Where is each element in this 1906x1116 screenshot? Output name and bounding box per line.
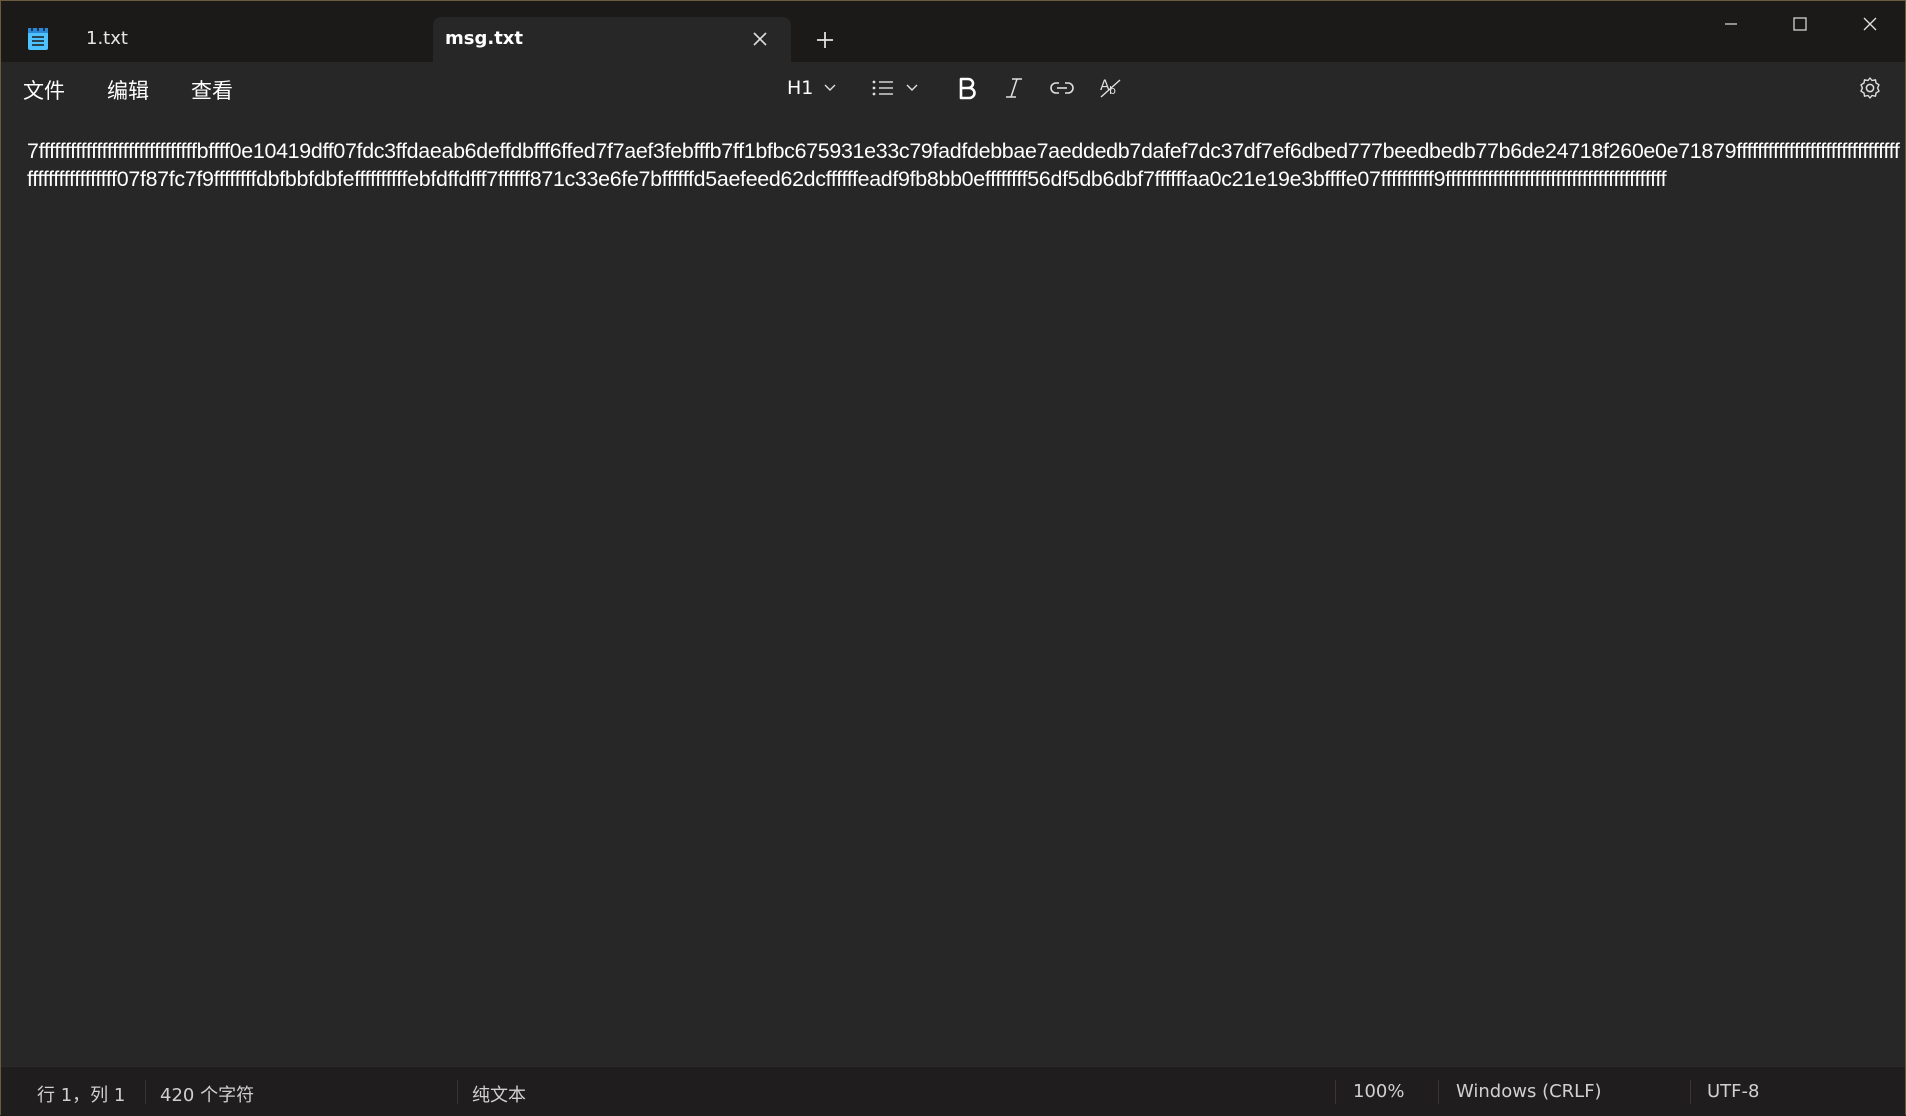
menu-view[interactable]: 查看 bbox=[191, 75, 233, 105]
gear-icon[interactable] bbox=[1857, 72, 1883, 104]
maximize-icon[interactable] bbox=[1776, 9, 1824, 39]
cursor-position: 行 1，列 1 bbox=[37, 1085, 126, 1106]
divider bbox=[145, 1080, 146, 1104]
tab-msg-txt[interactable]: msg.txt bbox=[433, 17, 791, 62]
tab-label: 1.txt bbox=[86, 28, 128, 49]
link-icon[interactable] bbox=[1049, 72, 1075, 104]
editor-area[interactable]: 7ffffffffffffffffffffffffffffffbffff0e10… bbox=[1, 113, 1905, 1066]
spellcheck-icon[interactable]: A b bbox=[1098, 72, 1124, 104]
plus-icon[interactable] bbox=[812, 27, 838, 53]
tab-1-txt[interactable]: 1.txt bbox=[63, 17, 433, 62]
chevron-down-icon bbox=[823, 83, 837, 93]
encoding[interactable]: UTF-8 bbox=[1707, 1081, 1759, 1102]
document-format[interactable]: 纯文本 bbox=[472, 1081, 526, 1107]
scrollbar[interactable] bbox=[1901, 113, 1905, 1066]
list-dropdown[interactable] bbox=[871, 72, 919, 104]
close-icon[interactable] bbox=[1846, 9, 1894, 39]
divider bbox=[1438, 1080, 1439, 1104]
title-bar: 1.txt msg.txt bbox=[1, 1, 1905, 62]
divider bbox=[457, 1080, 458, 1104]
bulleted-list-icon bbox=[871, 78, 895, 98]
heading-dropdown[interactable]: H1 bbox=[787, 72, 837, 104]
close-icon[interactable] bbox=[749, 28, 771, 50]
line-ending[interactable]: Windows (CRLF) bbox=[1456, 1081, 1602, 1102]
menu-toolbar: 文件 编辑 查看 H1 A b bbox=[1, 62, 1905, 113]
minimize-icon[interactable] bbox=[1707, 9, 1755, 39]
italic-icon[interactable] bbox=[1003, 72, 1025, 104]
status-bar: 行 1，列 1 420 个字符 纯文本 100% Windows (CRLF) … bbox=[1, 1066, 1905, 1116]
zoom-level[interactable]: 100% bbox=[1353, 1081, 1404, 1102]
bold-icon[interactable] bbox=[956, 72, 978, 104]
tab-label: msg.txt bbox=[445, 28, 524, 49]
notepad-icon bbox=[27, 25, 49, 51]
chevron-down-icon bbox=[905, 83, 919, 93]
divider bbox=[1690, 1080, 1691, 1104]
menu-file[interactable]: 文件 bbox=[23, 75, 65, 105]
character-count: 420 个字符 bbox=[160, 1085, 255, 1106]
divider bbox=[1335, 1080, 1336, 1104]
notepad-window: 1.txt msg.txt 文件 编辑 查看 H1 A b 7fffffffff… bbox=[0, 0, 1906, 1116]
heading-label: H1 bbox=[787, 77, 814, 99]
menu-edit[interactable]: 编辑 bbox=[107, 75, 149, 105]
document-text[interactable]: 7ffffffffffffffffffffffffffffffbffff0e10… bbox=[27, 137, 1903, 193]
